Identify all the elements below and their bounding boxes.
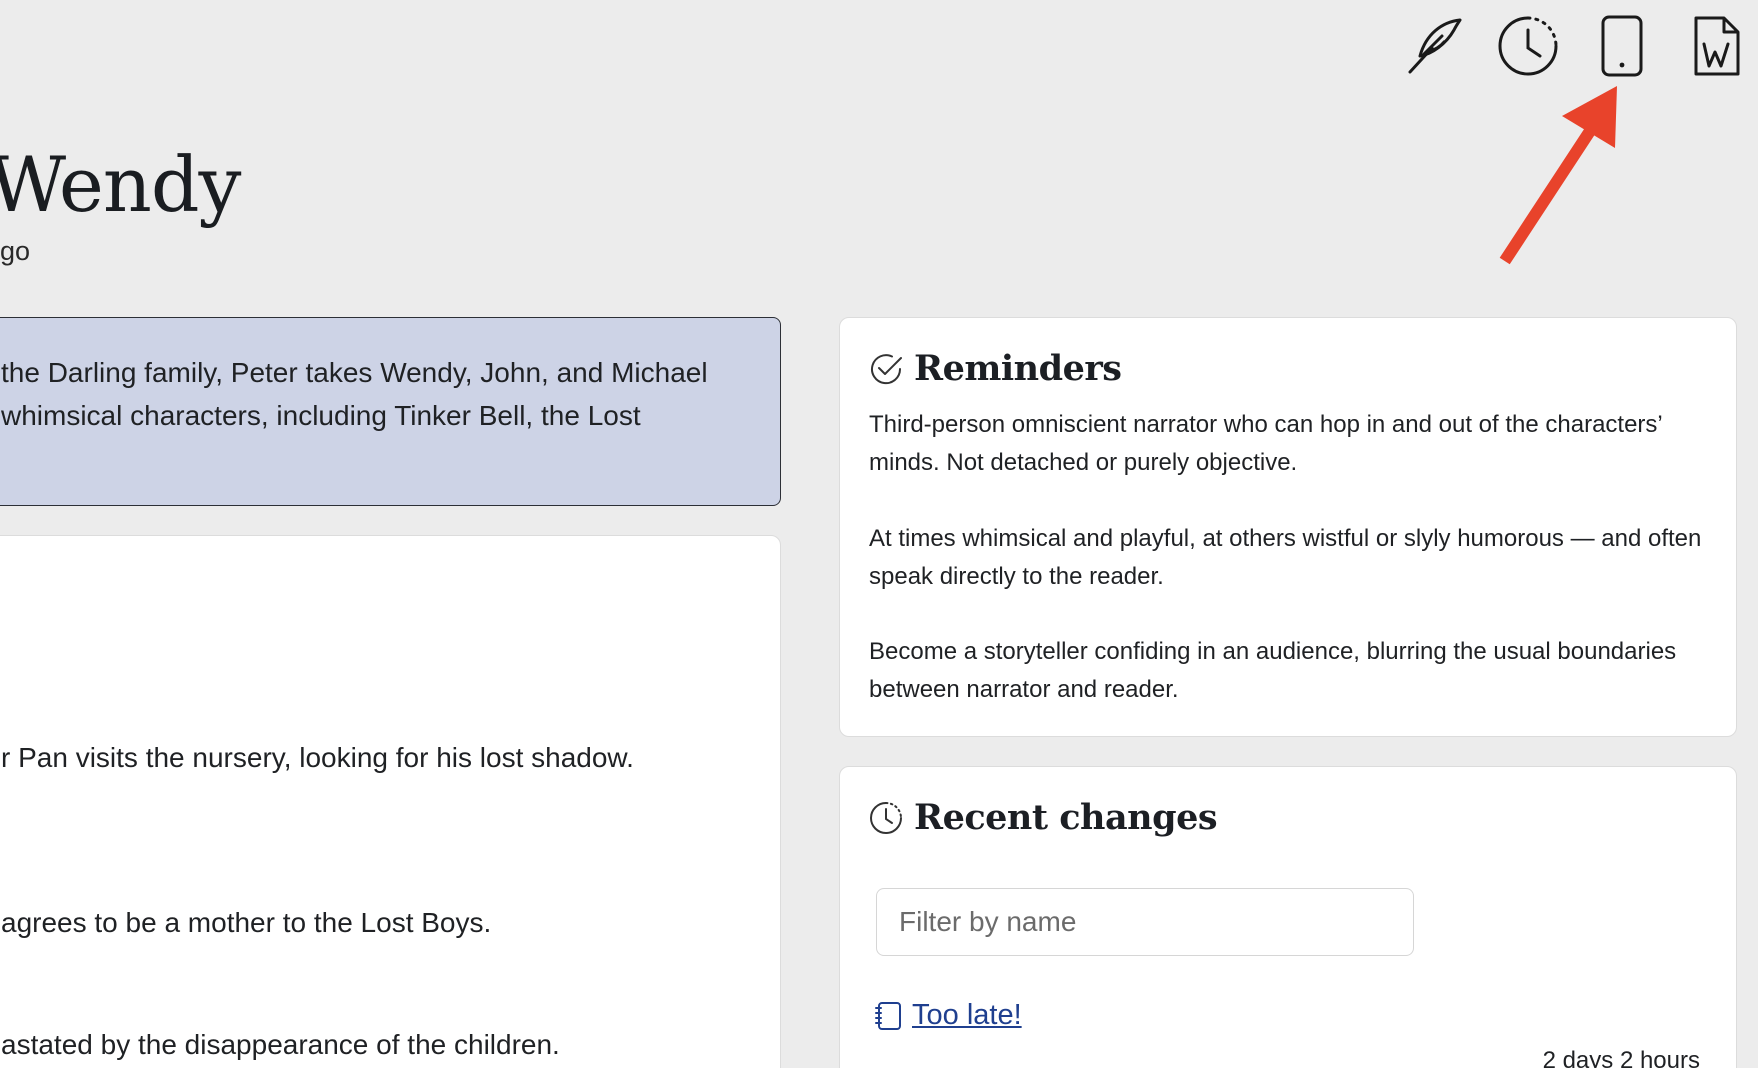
- tablet-icon[interactable]: [1586, 10, 1658, 82]
- reminder-paragraph: Become a storyteller confiding in an aud…: [869, 638, 1677, 703]
- recent-change-time: 2 days 2 hours: [1542, 1047, 1700, 1068]
- recent-changes-card: Recent changes Too late! 2 days 2 hours: [839, 766, 1737, 1068]
- recent-changes-header: Recent changes: [868, 797, 1218, 838]
- document-title: Wendy: [0, 140, 241, 229]
- filter-by-name-input[interactable]: [876, 888, 1414, 956]
- reminders-header: Reminders: [868, 348, 1122, 389]
- reminders-card: Reminders Third-person omniscient narrat…: [839, 317, 1737, 737]
- recent-changes-title: Recent changes: [914, 797, 1218, 838]
- history-clock-icon: [870, 801, 902, 834]
- word-document-icon[interactable]: [1680, 10, 1752, 82]
- outline-line: agrees to be a mother to the Lost Boys.: [1, 907, 492, 938]
- document-subtitle: go: [0, 236, 31, 266]
- history-clock-icon[interactable]: [1492, 10, 1564, 82]
- summary-line: the Darling family, Peter takes Wendy, J…: [1, 357, 708, 388]
- outline-line: r Pan visits the nursery, looking for hi…: [1, 742, 634, 773]
- quill-icon[interactable]: [1398, 10, 1470, 82]
- page: Wendy go the Darling family, Peter takes…: [0, 0, 1758, 1068]
- outline-card: r Pan visits the nursery, looking for hi…: [0, 535, 781, 1068]
- summary-box: the Darling family, Peter takes Wendy, J…: [0, 317, 781, 506]
- annotation-arrow: [1499, 86, 1617, 265]
- reminders-title: Reminders: [914, 348, 1122, 389]
- recent-change-link[interactable]: Too late!: [912, 999, 1022, 1032]
- notebook-icon: [875, 1001, 901, 1030]
- outline-line: astated by the disappearance of the chil…: [1, 1029, 560, 1060]
- recent-change-item: Too late!: [874, 999, 1022, 1032]
- reminder-paragraph: At times whimsical and playful, at other…: [869, 525, 1702, 590]
- check-circle-icon: [871, 353, 902, 384]
- summary-line: whimsical characters, including Tinker B…: [1, 400, 641, 431]
- reminder-paragraph: Third-person omniscient narrator who can…: [869, 411, 1662, 476]
